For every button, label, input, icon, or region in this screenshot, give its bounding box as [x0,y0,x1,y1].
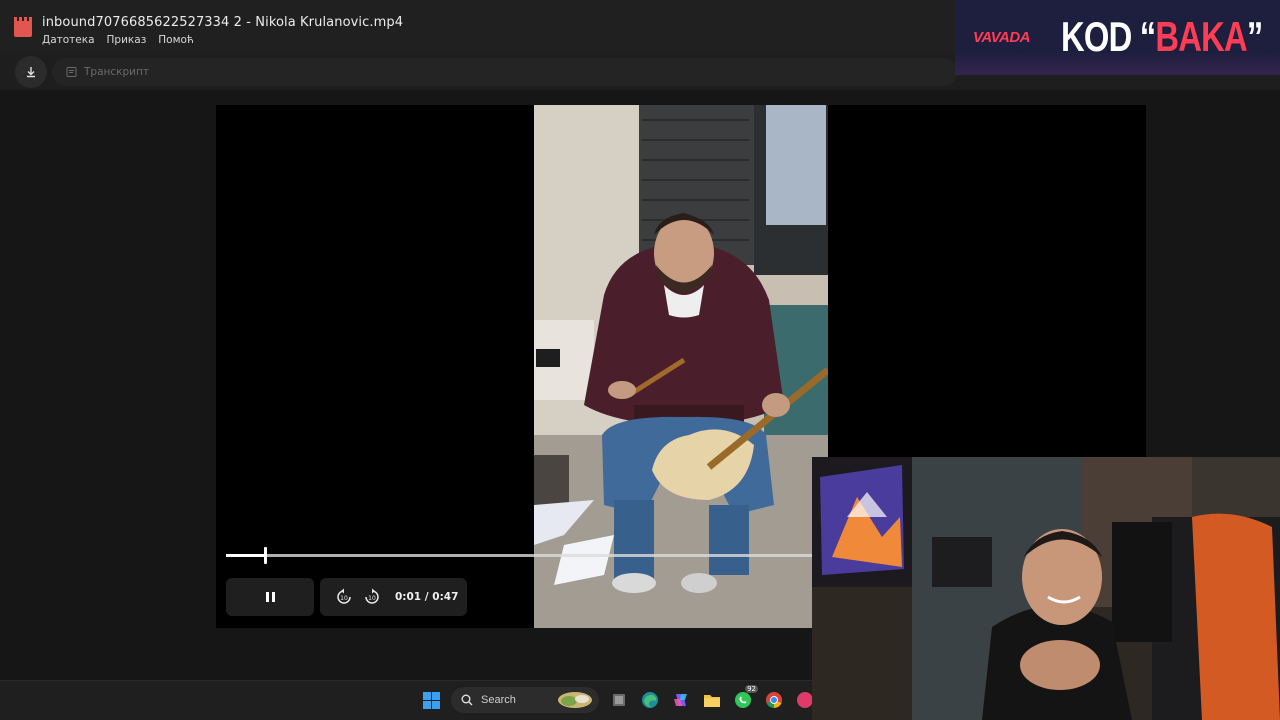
seek-bar[interactable] [226,547,812,564]
transcript-icon [66,67,77,77]
copilot-icon [673,694,687,706]
promo-code-suffix: ” [1246,13,1263,60]
task-view-icon [612,694,625,706]
transcript-label: Транскрипт [84,66,149,78]
webcam-overlay [812,457,1280,720]
menu-view[interactable]: Приказ [107,34,147,46]
time-display: 0:01 / 0:47 [395,591,459,603]
taskbar-search[interactable]: Search [451,687,599,713]
promo-code-prefix: KOD “ [1061,13,1156,60]
menu-file[interactable]: Датотека [42,34,95,46]
pause-icon [265,592,275,602]
edge-button[interactable] [638,689,661,712]
search-label: Search [481,694,516,706]
playback-controls: 10 10 0:01 / 0:47 [320,578,467,616]
menu-bar: Датотека Приказ Помоћ [42,34,194,46]
svg-text:10: 10 [368,595,376,602]
whatsapp-button[interactable]: 92 [731,684,758,712]
forward-10-icon[interactable]: 10 [363,588,381,606]
promo-code-word: BAKA [1155,13,1247,60]
search-highlight-icon [558,692,592,708]
seek-bar-handle[interactable] [264,547,268,564]
menu-help[interactable]: Помоћ [158,34,194,46]
download-icon [27,67,35,78]
seek-bar-fill [226,554,266,557]
promo-code: KOD “BAKA” [1061,12,1263,62]
windows-logo-icon [423,691,440,709]
transcript-button[interactable]: Транскрипт [52,58,957,86]
screen: inbound7076685622527334 2 - Nikola Krula… [0,0,1280,720]
window-title: inbound7076685622527334 2 - Nikola Krula… [42,15,404,30]
whatsapp-icon [734,692,751,708]
file-explorer-button[interactable] [700,689,723,712]
app-icon [796,692,813,708]
sponsor-banner: VAVADA KOD “BAKA” [955,0,1280,75]
task-view-button[interactable] [607,689,630,712]
chrome-button[interactable] [762,689,785,712]
edge-browser-icon [641,692,658,708]
media-player-icon [14,17,32,37]
copilot-button[interactable] [669,689,692,712]
video-frame [534,105,828,628]
download-button[interactable] [15,56,47,88]
video-image [534,105,828,628]
pause-button[interactable] [226,578,314,616]
notification-badge: 92 [745,684,758,693]
sponsor-logo: VAVADA [973,29,1031,46]
folder-icon [703,695,720,707]
svg-text:10: 10 [340,595,348,602]
chrome-icon [765,692,782,709]
replay-10-icon[interactable]: 10 [335,588,353,606]
search-icon [461,694,473,706]
windows-start-button[interactable] [420,689,443,712]
webcam-image [812,457,1280,720]
